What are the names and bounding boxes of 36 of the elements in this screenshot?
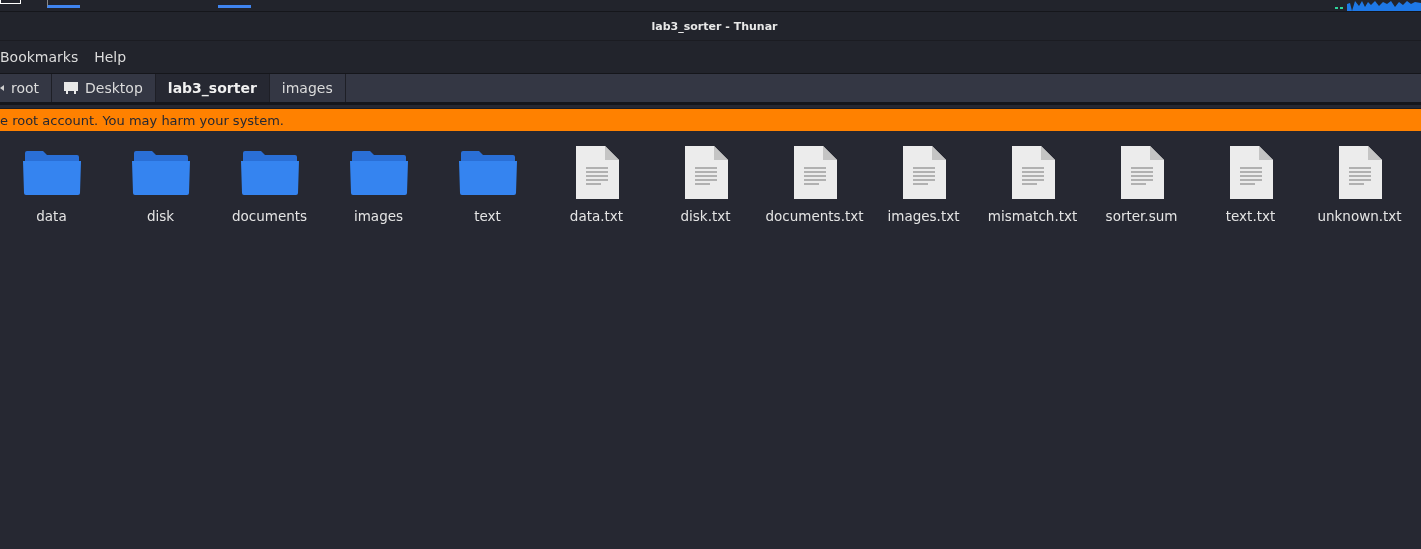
file-name[interactable]: disk.txt [680, 208, 731, 224]
folder-icon[interactable] [22, 151, 81, 195]
warning-banner: e root account. You may harm your system. [0, 108, 1421, 131]
text-file-icon[interactable] [683, 146, 728, 200]
window-title: lab3_sorter - Thunar [651, 19, 778, 33]
folder-icon[interactable] [240, 151, 299, 195]
file-name[interactable]: documents.txt [765, 208, 864, 224]
folder-icon[interactable] [458, 151, 517, 195]
file-name[interactable]: text [474, 208, 501, 224]
file-name[interactable]: text.txt [1225, 208, 1276, 224]
text-file-icon[interactable] [792, 146, 837, 200]
text-file-icon[interactable] [1010, 146, 1055, 200]
file-name[interactable]: unknown.txt [1317, 208, 1402, 224]
arrow-icon [0, 85, 4, 91]
file-name[interactable]: images.txt [887, 208, 960, 224]
menu-item[interactable]: Help [94, 49, 127, 65]
file-name[interactable]: mismatch.txt [987, 208, 1078, 224]
path-button[interactable]: root [0, 74, 53, 102]
text-file-icon[interactable] [574, 146, 619, 200]
taskbar-item[interactable] [47, 0, 80, 8]
file-name[interactable]: data [36, 208, 67, 224]
file-name[interactable]: data.txt [569, 208, 624, 224]
folder-icon[interactable] [131, 151, 190, 195]
file-name[interactable]: documents [231, 208, 308, 224]
menu-item[interactable]: Bookmarks [0, 49, 79, 65]
file-name[interactable]: images [353, 208, 404, 224]
text-file-icon[interactable] [1228, 146, 1273, 200]
text-file-icon[interactable] [901, 146, 946, 200]
file-name[interactable]: disk [146, 208, 175, 224]
folder-icon[interactable] [349, 151, 408, 195]
desktop-icon [64, 82, 79, 94]
text-file-icon[interactable] [1337, 146, 1382, 200]
workspace-indicator[interactable] [0, 0, 21, 4]
text-file-icon[interactable] [1119, 146, 1164, 200]
file-name[interactable]: sorter.sum [1105, 208, 1178, 224]
path-button[interactable]: lab3_sorter [155, 74, 270, 102]
